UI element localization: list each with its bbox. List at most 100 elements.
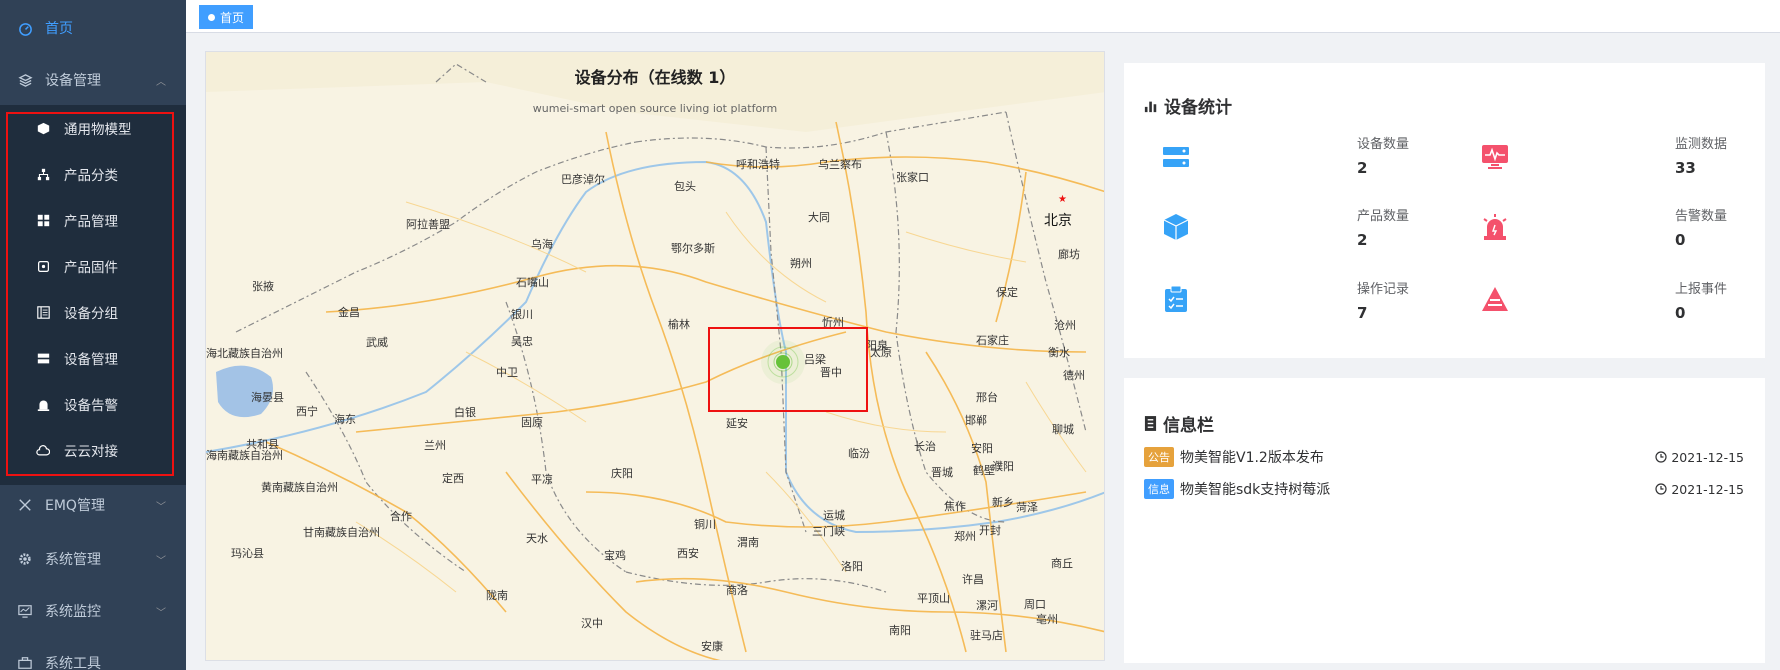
news-date-wrap: 2021-12-15	[1655, 450, 1744, 465]
stat-value: 7	[1357, 304, 1368, 322]
city-label: 兰州	[424, 439, 446, 452]
stat-value: 2	[1357, 159, 1368, 177]
stats-title-row: 设备统计	[1144, 93, 1232, 118]
city-label: 渭南	[737, 536, 759, 549]
news-date: 2021-12-15	[1671, 449, 1744, 465]
city-label: 呼和浩特	[736, 158, 780, 171]
monitor-pulse-icon	[1481, 143, 1509, 171]
city-label: 定西	[442, 472, 464, 485]
city-label: 海东	[334, 413, 356, 426]
city-label: 邯郸	[965, 414, 987, 427]
dashboard-icon	[17, 20, 33, 36]
city-label: 乌兰察布	[818, 158, 862, 171]
city-label: 安阳	[971, 442, 993, 455]
city-label: 吴忠	[511, 335, 533, 348]
city-label: 黄南藏族自治州	[261, 481, 338, 494]
city-label: 包头	[674, 180, 696, 193]
sidebar-item-home[interactable]: 首页	[0, 9, 186, 47]
city-label: 合作	[390, 510, 412, 523]
city-label: 新乡	[992, 496, 1014, 509]
tag-label: 首页	[220, 10, 245, 25]
siren-icon	[1481, 213, 1509, 241]
city-label: 商洛	[726, 584, 748, 597]
city-label: 榆林	[668, 318, 690, 331]
city-label: 许昌	[962, 573, 984, 586]
city-label: 阳泉	[866, 339, 888, 352]
sidebar-item-device-management[interactable]: 设备管理 ︿	[0, 61, 186, 99]
city-label: 汉中	[581, 617, 603, 630]
map-title: 设备分布（在线数 1）	[574, 68, 736, 87]
news-item[interactable]: 信息 物美智能sdk支持树莓派 2021-12-15	[1144, 478, 1744, 500]
city-label: 西安	[677, 547, 699, 560]
city-label: 三门峡	[812, 525, 845, 538]
city-label: 海晏县	[251, 391, 284, 404]
city-label: 保定	[996, 286, 1018, 299]
city-label: 开封	[979, 524, 1001, 537]
city-label: 廊坊	[1058, 248, 1080, 261]
city-label: 晋城	[931, 466, 953, 479]
news-text: 物美智能V1.2版本发布	[1180, 450, 1324, 466]
highlight-box	[708, 327, 868, 412]
map-subtitle: wumei-smart open source living iot platf…	[532, 102, 778, 115]
sidebar-item-label: 首页	[45, 21, 73, 37]
city-label: 运城	[823, 509, 845, 522]
city-label: 濮阳	[992, 460, 1014, 473]
stat-label: 产品数量	[1357, 209, 1410, 224]
notebook-icon	[1144, 416, 1157, 431]
city-label: 海北藏族自治州	[206, 347, 283, 360]
sidebar-item-monitor[interactable]: 系统监控 ﹀	[0, 592, 186, 630]
tag-home[interactable]: 首页	[199, 5, 254, 29]
city-label: 郑州	[954, 530, 976, 543]
city-label: 甘南藏族自治州	[303, 526, 380, 539]
gear-icon	[17, 551, 33, 567]
city-label: 朔州	[790, 257, 812, 270]
city-label: 焦作	[944, 500, 966, 513]
city-label: 临汾	[848, 447, 870, 460]
city-label: 德州	[1063, 369, 1085, 382]
news-date-wrap: 2021-12-15	[1655, 482, 1744, 497]
news-title: 信息栏	[1163, 416, 1214, 436]
notice-badge: 公告	[1144, 447, 1174, 467]
map-background: ★	[206, 52, 1104, 660]
sidebar-item-label: 系统管理	[45, 552, 101, 568]
news-item[interactable]: 公告 物美智能V1.2版本发布 2021-12-15	[1144, 446, 1744, 468]
city-label: 武威	[366, 336, 388, 349]
chevron-up-icon: ︿	[156, 76, 166, 88]
city-label: 延安	[726, 417, 748, 430]
city-label: 固原	[521, 416, 543, 429]
clock-icon	[1655, 451, 1667, 463]
city-label: 安康	[701, 640, 723, 653]
server-icon	[1162, 143, 1190, 171]
city-label: 西宁	[296, 405, 318, 418]
news-text: 物美智能sdk支持树莓派	[1180, 482, 1331, 498]
city-label: 金昌	[338, 306, 360, 319]
news-title-row: 信息栏	[1144, 411, 1214, 436]
city-label: 巴彦淖尔	[561, 173, 605, 186]
device-stats-card: 设备统计 设备数量 2 监测数据 33 产品数量 2 告警数量 0 操作记录 7…	[1124, 63, 1765, 358]
device-map[interactable]: ★ 设备分布（在线数 1） wumei-smart open source li…	[205, 51, 1105, 661]
city-label: 张家口	[896, 171, 929, 184]
stat-value: 0	[1675, 231, 1686, 249]
monitor-icon	[17, 603, 33, 619]
stat-label: 告警数量	[1675, 209, 1728, 224]
sidebar-item-tools[interactable]: 系统工具	[0, 644, 186, 670]
dot-icon	[208, 13, 215, 21]
stats-title: 设备统计	[1164, 98, 1232, 118]
city-label: 平顶山	[917, 592, 950, 605]
city-label: 洛阳	[841, 560, 863, 573]
city-label: 铜川	[694, 518, 716, 531]
highlight-box	[6, 112, 174, 476]
tags-view: 首页	[186, 0, 1780, 33]
stat-label: 上报事件	[1675, 282, 1728, 297]
sidebar-item-emq[interactable]: EMQ管理 ﹀	[0, 486, 186, 524]
sidebar-item-system[interactable]: 系统管理 ﹀	[0, 540, 186, 578]
layers-icon	[17, 72, 33, 88]
city-label: 中卫	[496, 366, 518, 379]
city-label: 商丘	[1051, 557, 1073, 570]
chevron-down-icon: ﹀	[156, 555, 166, 567]
city-label: 长治	[914, 440, 936, 453]
news-date: 2021-12-15	[1671, 481, 1744, 497]
city-label: 聊城	[1052, 423, 1074, 436]
info-badge: 信息	[1144, 479, 1174, 499]
city-label: 白银	[454, 406, 476, 419]
